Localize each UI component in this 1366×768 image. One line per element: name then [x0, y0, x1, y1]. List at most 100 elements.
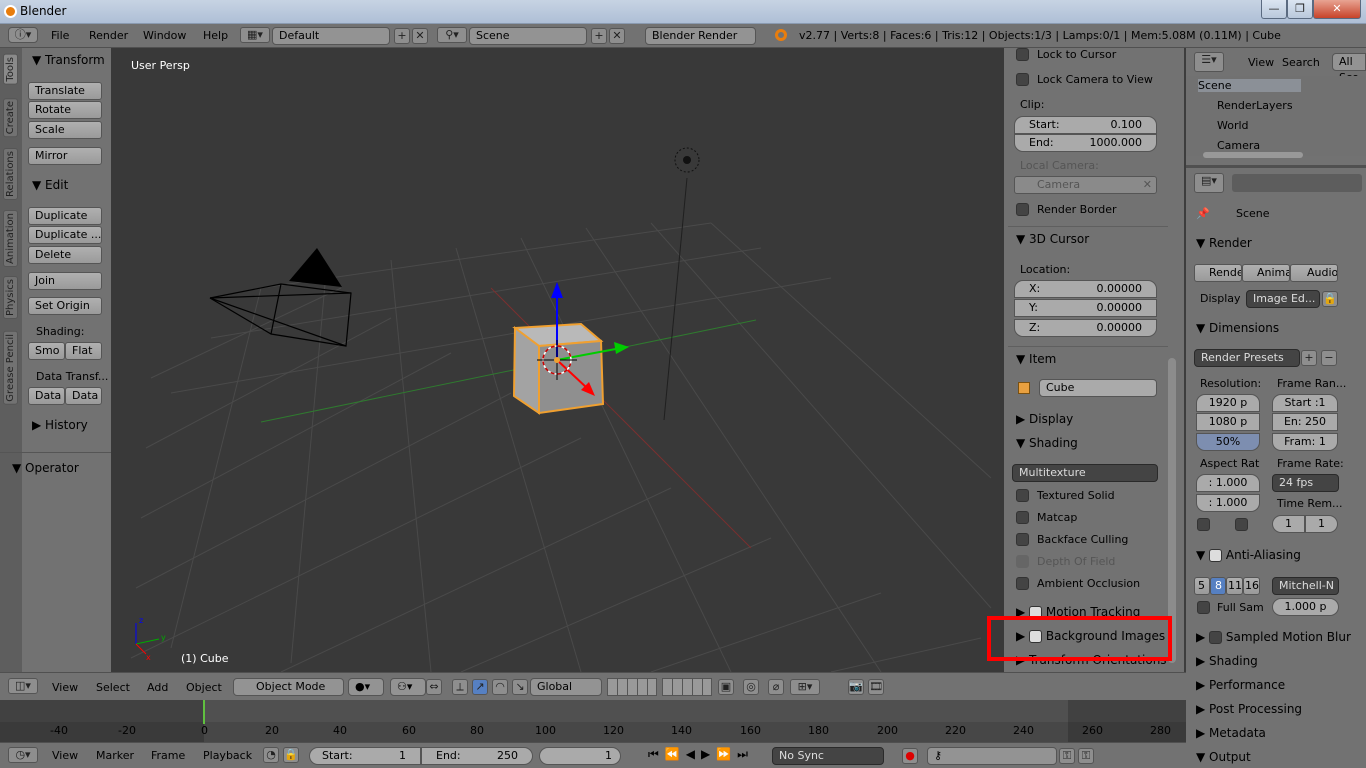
- start-frame-field[interactable]: Start: 1: [309, 747, 421, 765]
- audio-button[interactable]: Audio: [1290, 264, 1338, 282]
- sampled-motion-blur-header[interactable]: ▶ Sampled Motion Blur: [1196, 630, 1351, 644]
- duplicate-button[interactable]: Duplicate: [28, 207, 102, 225]
- close-button[interactable]: ✕: [1313, 0, 1361, 19]
- outliner-search-menu[interactable]: Search: [1282, 56, 1320, 69]
- properties-context-tabs[interactable]: [1232, 174, 1362, 192]
- timeline-area[interactable]: -40 -20 0 20 40 60 80 100 120 140 160 18…: [0, 700, 1186, 742]
- current-frame-field[interactable]: 1: [539, 747, 621, 765]
- frame-rate-select[interactable]: 24 fps: [1272, 474, 1339, 492]
- render-engine-select[interactable]: Blender Render: [645, 27, 756, 45]
- frame-menu[interactable]: Frame: [151, 749, 185, 762]
- mirror-button[interactable]: Mirror: [28, 147, 102, 165]
- resolution-x-field[interactable]: 1920 p: [1196, 394, 1260, 412]
- object-menu[interactable]: Object: [186, 681, 222, 694]
- depth-of-field-checkbox[interactable]: [1016, 555, 1029, 568]
- scene-icon[interactable]: ⚲▾: [437, 27, 467, 43]
- clock-icon[interactable]: ◔: [263, 747, 279, 763]
- set-origin-select[interactable]: Set Origin: [28, 297, 102, 315]
- shading-panel-header[interactable]: ▼ Shading: [1016, 436, 1078, 450]
- minimize-button[interactable]: —: [1261, 0, 1287, 19]
- lock-layers-icon[interactable]: ▣: [718, 679, 734, 695]
- aa-samples-16[interactable]: 16: [1243, 577, 1260, 595]
- proportional-editing-icon[interactable]: ◎: [743, 679, 759, 695]
- item-panel-header[interactable]: ▼ Item: [1016, 352, 1056, 366]
- tab-tools[interactable]: Tools: [3, 54, 18, 85]
- shading-render-panel-header[interactable]: ▶ Shading: [1196, 654, 1258, 668]
- anti-aliasing-checkbox[interactable]: [1209, 549, 1223, 562]
- anti-aliasing-header[interactable]: ▼ Anti-Aliasing: [1196, 548, 1301, 562]
- outliner-item-camera[interactable]: Camera: [1217, 139, 1260, 152]
- render-border-checkbox[interactable]: [1016, 203, 1029, 216]
- timeline-view-menu[interactable]: View: [52, 749, 78, 762]
- add-menu[interactable]: Add: [147, 681, 168, 694]
- edit-panel-header[interactable]: ▼ Edit: [32, 178, 68, 192]
- remove-scene-icon[interactable]: ✕: [609, 28, 625, 44]
- opengl-animation-icon[interactable]: 🎞: [868, 679, 884, 695]
- 3d-viewport[interactable]: z y x User Persp (1) Cube: [111, 48, 1004, 672]
- ambient-occlusion-checkbox[interactable]: [1016, 577, 1029, 590]
- full-sample-checkbox[interactable]: [1197, 601, 1210, 614]
- outliner-item-world[interactable]: World: [1217, 119, 1249, 132]
- menu-help[interactable]: Help: [203, 29, 228, 42]
- frame-start-field[interactable]: Start :1: [1272, 394, 1338, 412]
- outliner-item-scene[interactable]: Scene: [1198, 79, 1301, 92]
- metadata-panel-header[interactable]: ▶ Metadata: [1196, 726, 1266, 740]
- frame-step-field[interactable]: Fram: 1: [1272, 433, 1338, 451]
- duplicate-linked-button[interactable]: Duplicate ...: [28, 226, 102, 244]
- lock-camera-checkbox[interactable]: [1016, 73, 1029, 86]
- cursor-x-field[interactable]: X: 0.00000: [1014, 280, 1157, 298]
- animation-button[interactable]: Anima: [1242, 264, 1290, 282]
- clip-start-field[interactable]: Start: 0.100: [1014, 116, 1157, 134]
- history-panel-header[interactable]: ▶ History: [32, 418, 88, 432]
- maximize-button[interactable]: ❐: [1287, 0, 1313, 19]
- viewport-shading-select[interactable]: ●▾: [348, 678, 384, 696]
- manipulator-toggle-icon[interactable]: ⇔: [426, 679, 442, 695]
- outliner-view-menu[interactable]: View: [1248, 56, 1274, 69]
- lock-interface-icon[interactable]: 🔒: [1322, 291, 1338, 307]
- playback-menu[interactable]: Playback: [203, 749, 252, 762]
- menu-file[interactable]: File: [51, 29, 69, 42]
- playback-controls[interactable]: ⏮⏪◀▶⏩⏭: [645, 747, 765, 765]
- preview-range-lock-icon[interactable]: 🔒: [283, 747, 299, 763]
- data-button-2[interactable]: Data: [65, 387, 102, 405]
- flat-button[interactable]: Flat: [65, 342, 102, 360]
- aa-filter-select[interactable]: Mitchell-N: [1272, 577, 1339, 595]
- screen-layout-icon[interactable]: ▦▾: [240, 27, 270, 43]
- record-icon[interactable]: ●: [902, 748, 918, 764]
- item-name-field[interactable]: Cube: [1039, 379, 1157, 397]
- menu-render[interactable]: Render: [89, 29, 128, 42]
- translate-button[interactable]: Translate: [28, 82, 102, 100]
- delete-keyframe-icon[interactable]: ⚿: [1078, 748, 1094, 764]
- remove-layout-icon[interactable]: ✕: [412, 28, 428, 44]
- pivot-point-select[interactable]: ⚇▾: [390, 678, 426, 696]
- remap-old-field[interactable]: 1: [1272, 515, 1305, 533]
- outliner-scrollbar[interactable]: [1203, 152, 1303, 158]
- opengl-render-icon[interactable]: 📷: [848, 679, 864, 695]
- properties-editor-icon[interactable]: ▤▾: [1194, 173, 1224, 193]
- transform-panel-header[interactable]: ▼ Transform: [32, 53, 105, 67]
- remap-new-field[interactable]: 1: [1305, 515, 1338, 533]
- mode-select[interactable]: Object Mode: [233, 678, 344, 696]
- render-button[interactable]: Rende: [1194, 264, 1242, 282]
- delete-button[interactable]: Delete: [28, 246, 102, 264]
- outliner-item-renderlayers[interactable]: RenderLayers: [1217, 99, 1293, 112]
- timeline-editor-icon[interactable]: ◷▾: [8, 747, 38, 763]
- view-menu[interactable]: View: [52, 681, 78, 694]
- display-panel-header[interactable]: ▶ Display: [1016, 412, 1073, 426]
- add-layout-icon[interactable]: +: [394, 28, 410, 44]
- keying-set-field[interactable]: ⚷: [927, 747, 1057, 765]
- transform-manipulator-icon[interactable]: ↘: [512, 679, 528, 695]
- backface-culling-checkbox[interactable]: [1016, 533, 1029, 546]
- render-presets-select[interactable]: Render Presets: [1194, 349, 1300, 367]
- matcap-checkbox[interactable]: [1016, 511, 1029, 524]
- layer-buttons-2[interactable]: [662, 678, 712, 696]
- tab-grease-pencil[interactable]: Grease Pencil: [3, 331, 18, 405]
- motion-blur-checkbox[interactable]: [1209, 631, 1223, 644]
- menu-window[interactable]: Window: [143, 29, 186, 42]
- add-preset-icon[interactable]: +: [1301, 350, 1317, 366]
- rotate-button[interactable]: Rotate: [28, 101, 102, 119]
- aa-samples-11[interactable]: 11: [1226, 577, 1243, 595]
- clip-end-field[interactable]: End: 1000.000: [1014, 134, 1157, 152]
- select-menu[interactable]: Select: [96, 681, 130, 694]
- marker-menu[interactable]: Marker: [96, 749, 134, 762]
